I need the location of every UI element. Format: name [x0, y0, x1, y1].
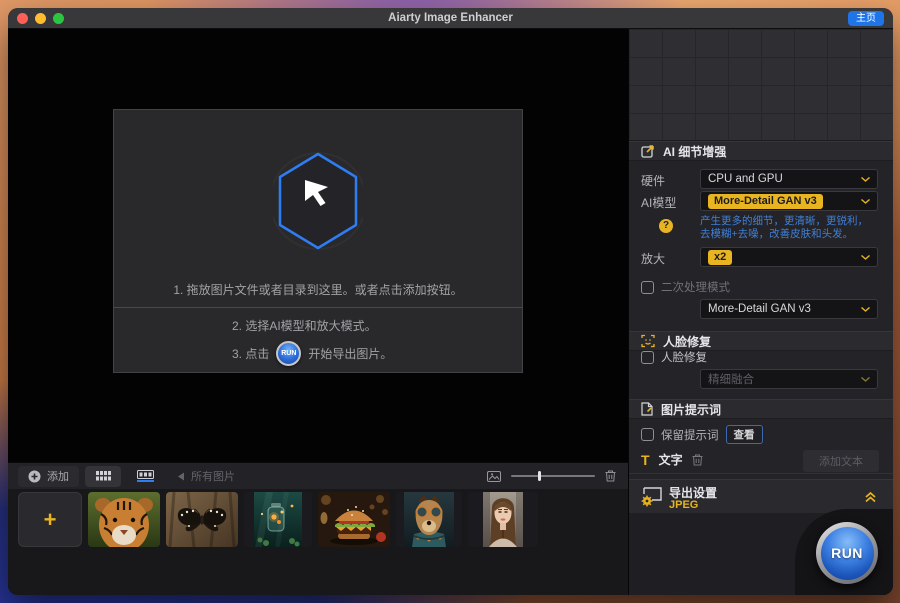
drop-zone[interactable]: 1. 拖放图片文件或者目录到这里。或者点击添加按钮。 2. 选择AI模型和放大模…: [113, 109, 523, 373]
step3-suffix: 开始导出图片。: [308, 345, 392, 362]
step3-prefix: 3. 点击: [232, 345, 269, 362]
view-prompt-button[interactable]: 查看: [726, 425, 763, 444]
home-button[interactable]: 主页: [848, 11, 884, 26]
image-canvas: 1. 拖放图片文件或者目录到这里。或者点击添加按钮。 2. 选择AI模型和放大模…: [8, 29, 628, 595]
dropzone-step1: 1. 拖放图片文件或者目录到这里。或者点击添加按钮。: [114, 281, 522, 298]
add-images-button[interactable]: 添加: [18, 466, 79, 487]
text-section-title: 文字: [659, 451, 683, 468]
title-bar: Aiarty Image Enhancer 主页: [8, 8, 893, 29]
checkbox-icon: [641, 428, 654, 441]
section-face-restore: 人脸修复: [629, 331, 893, 351]
thumbnail-strip: +: [8, 489, 628, 595]
panel-footer: RUN: [629, 513, 893, 595]
text-tool-icon: T: [641, 453, 650, 467]
filmstrip-view-button[interactable]: [127, 466, 163, 487]
thumbnail-size-slider[interactable]: [511, 475, 595, 477]
checkbox-icon: [641, 281, 654, 294]
thumbnail-size-icon: [487, 471, 501, 482]
window-title: Aiarty Image Enhancer: [8, 12, 893, 24]
thumbnail-woman-portrait[interactable]: [468, 492, 538, 547]
section-ai-detail: AI 细节增强: [629, 141, 893, 161]
ai-model-label: AI模型: [641, 194, 676, 211]
checkbox-icon: [641, 351, 654, 364]
thumbnail-tiger[interactable]: [88, 492, 160, 547]
face-blend-select[interactable]: 精细融合: [700, 369, 878, 389]
chevron-down-icon: [861, 377, 870, 382]
hardware-label: 硬件: [641, 172, 665, 189]
section-title: 人脸修复: [663, 333, 711, 350]
secondary-model-value: More-Detail GAN v3: [708, 303, 811, 315]
face-blend-value: 精细融合: [708, 371, 754, 387]
hardware-select[interactable]: CPU and GPU: [700, 169, 878, 189]
desktop-wallpaper: Aiarty Image Enhancer 主页 1. 拖: [0, 0, 900, 603]
grid-view-button[interactable]: [85, 466, 121, 487]
face-scan-icon: [641, 334, 655, 348]
model-description-line1: 产生更多的细节，更清晰，更锐利，: [700, 215, 868, 228]
model-description-line2: 去模糊+去噪，改善皮肤和头发。: [700, 228, 853, 241]
app-window: Aiarty Image Enhancer 主页 1. 拖: [8, 8, 893, 595]
section-title: AI 细节增强: [663, 143, 726, 160]
add-button-label: 添加: [47, 468, 69, 484]
thumbnail-butterfly[interactable]: [166, 492, 238, 547]
keep-prompt-checkbox[interactable]: 保留提示词 查看: [641, 425, 763, 444]
section-title: 图片提示词: [661, 401, 721, 418]
drop-hexagon-icon: [273, 150, 363, 255]
chevron-down-icon: [861, 255, 870, 260]
chevron-down-icon: [861, 177, 870, 182]
thumbnail-burger[interactable]: [318, 492, 390, 547]
secondary-model-select[interactable]: More-Detail GAN v3: [700, 299, 878, 319]
section-image-prompt: 图片提示词: [629, 399, 893, 419]
divider: [629, 473, 893, 474]
secondary-mode-checkbox[interactable]: 二次处理模式: [641, 279, 730, 295]
chevron-down-icon: [861, 307, 870, 312]
drop-zone-top: 1. 拖放图片文件或者目录到这里。或者点击添加按钮。: [114, 110, 522, 308]
keep-prompt-label: 保留提示词: [661, 427, 719, 443]
thumbnail-forest-jar[interactable]: [244, 492, 312, 547]
run-badge-icon: RUN: [276, 341, 301, 366]
all-images-nav[interactable]: 所有图片: [177, 468, 235, 484]
scale-value: x2: [708, 250, 732, 265]
add-image-tile[interactable]: +: [18, 492, 82, 547]
trash-icon[interactable]: [605, 470, 616, 482]
ai-model-select[interactable]: More-Detail GAN v3: [700, 191, 878, 211]
run-button[interactable]: RUN: [816, 522, 878, 584]
face-restore-label: 人脸修复: [661, 349, 707, 365]
collapse-chevrons-icon[interactable]: [864, 490, 877, 503]
slider-knob[interactable]: [538, 471, 541, 481]
scale-select[interactable]: x2: [700, 247, 878, 267]
text-overlay-row: T 文字: [641, 451, 703, 468]
filmstrip-view-icon: [137, 470, 154, 482]
plus-circle-icon: [28, 470, 41, 483]
chevron-down-icon: [861, 199, 870, 204]
thumbnail-steampunk-dog[interactable]: [396, 492, 462, 547]
detail-enhance-icon: [641, 144, 655, 158]
prompt-file-icon: [641, 402, 653, 416]
drop-zone-bottom: 2. 选择AI模型和放大模式。 3. 点击 RUN 开始导出图片。: [114, 308, 522, 372]
dropzone-step3: 3. 点击 RUN 开始导出图片。: [232, 341, 392, 366]
add-text-button[interactable]: 添加文本: [803, 450, 879, 472]
run-button-face: RUN: [821, 527, 874, 580]
face-restore-checkbox[interactable]: 人脸修复: [641, 349, 707, 365]
export-settings-row[interactable]: 导出设置 JPEG: [629, 479, 893, 513]
ai-model-value: More-Detail GAN v3: [708, 194, 823, 209]
hardware-value: CPU and GPU: [708, 173, 783, 185]
back-arrow-icon: [177, 472, 185, 481]
secondary-mode-label: 二次处理模式: [661, 279, 730, 295]
trash-icon[interactable]: [692, 454, 703, 466]
export-format-value: JPEG: [669, 499, 698, 511]
zoom-preview-grid: [629, 29, 893, 141]
help-icon[interactable]: ?: [659, 219, 673, 233]
bottom-toolbar: 添加: [8, 462, 628, 489]
export-settings-icon: [640, 486, 664, 508]
grid-view-icon: [96, 471, 111, 481]
dropzone-step2: 2. 选择AI模型和放大模式。: [232, 317, 377, 334]
all-images-label: 所有图片: [191, 468, 235, 484]
plus-icon: +: [44, 509, 57, 531]
settings-panel: AI 细节增强 硬件 CPU and GPU AI模型 More-Detail …: [628, 29, 893, 595]
scale-label: 放大: [641, 250, 665, 267]
